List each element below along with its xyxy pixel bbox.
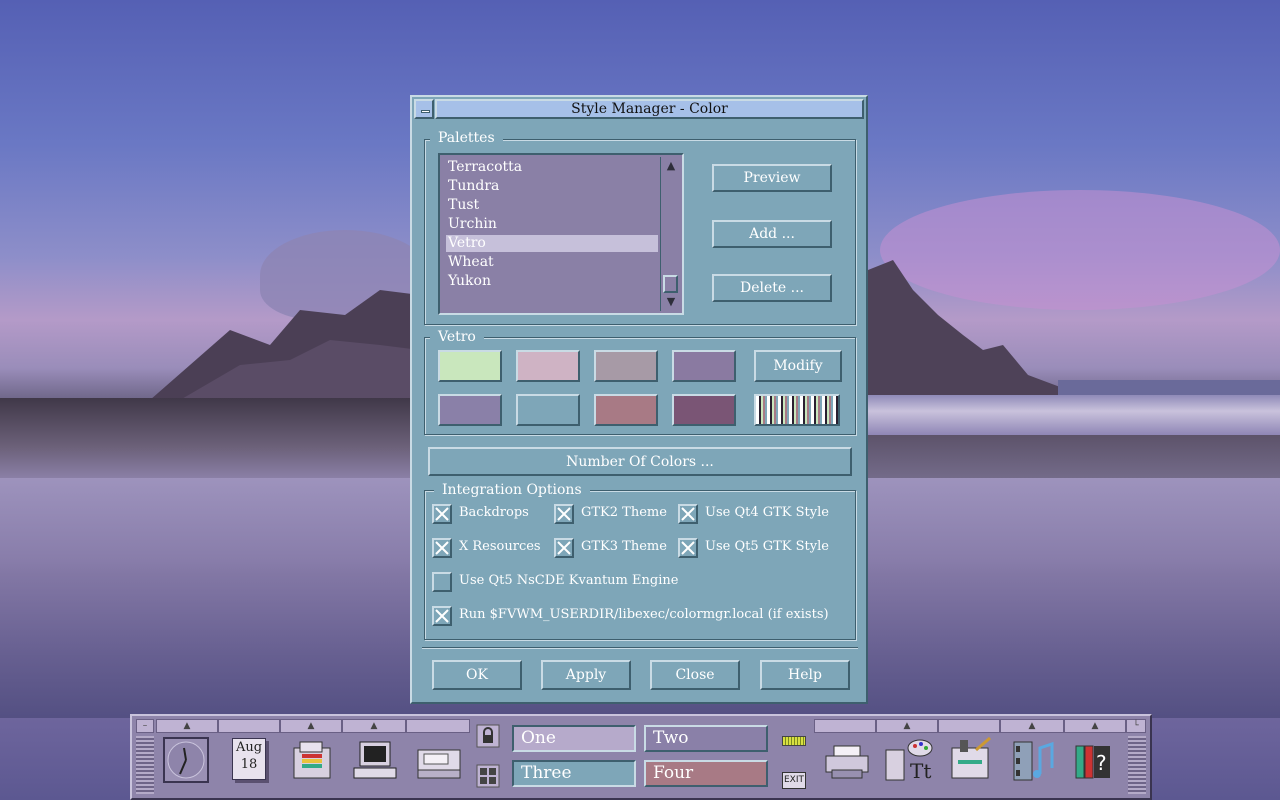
preview-button[interactable]: Preview [712, 164, 832, 192]
close-button[interactable]: Close [650, 660, 740, 690]
window-menu-button[interactable] [414, 99, 434, 119]
busy-light-icon [782, 736, 806, 746]
checkbox-label: X Resources [459, 539, 541, 554]
help-icon[interactable]: ? [1070, 734, 1120, 796]
color-swatch[interactable] [672, 350, 736, 382]
checkbox-label: Use Qt4 GTK Style [705, 505, 829, 520]
color-preview-strip [754, 394, 840, 426]
style-manager-icon[interactable]: Tt [880, 734, 936, 796]
title-bar[interactable]: Style Manager - Color [414, 99, 864, 119]
add-palette-button[interactable]: Add ... [712, 220, 832, 248]
mail-icon[interactable] [414, 734, 464, 796]
subpanel-tab[interactable] [218, 719, 280, 733]
checkbox-run-colormgr[interactable] [432, 606, 452, 626]
calendar-icon[interactable]: Aug 18 [230, 734, 270, 796]
checkbox-kvantum-engine[interactable] [432, 572, 452, 592]
subpanel-tab[interactable] [814, 719, 876, 733]
panel-minimize-tab[interactable]: └ [1126, 719, 1146, 733]
subpanel-arrow[interactable]: ▲ [1064, 719, 1126, 733]
color-swatch[interactable] [516, 350, 580, 382]
exit-label: EXIT [783, 775, 804, 785]
panel-menu-tab[interactable]: – [136, 719, 154, 733]
printer-icon[interactable] [822, 734, 872, 796]
checkbox-label: Backdrops [459, 505, 529, 520]
checkbox-label: GTK2 Theme [581, 505, 667, 520]
color-swatch[interactable] [438, 394, 502, 426]
calendar-month: Aug [235, 740, 263, 755]
checkbox-x-resources[interactable] [432, 538, 452, 558]
workspace-button-two[interactable]: Two [644, 725, 768, 752]
svg-text:?: ? [1096, 751, 1107, 775]
calendar-day: 18 [240, 757, 258, 772]
palette-list[interactable]: Terracotta Tundra Tust Urchin Vetro Whea… [438, 153, 684, 315]
subpanel-arrow[interactable]: ▲ [342, 719, 406, 733]
palette-list-scrollbar[interactable]: ▲ ▼ [660, 157, 680, 311]
color-swatch[interactable] [438, 350, 502, 382]
terminal-icon[interactable] [350, 734, 400, 796]
list-item[interactable]: Yukon [446, 273, 658, 290]
scroll-up-icon[interactable]: ▲ [664, 159, 678, 173]
workspace-button-three[interactable]: Three [512, 760, 636, 787]
apply-button[interactable]: Apply [541, 660, 631, 690]
help-button[interactable]: Help [760, 660, 850, 690]
sea [868, 395, 1280, 435]
panel-grip-left[interactable] [136, 736, 154, 794]
mountains-left [0, 290, 420, 410]
checkbox-qt4-gtk-style[interactable] [678, 504, 698, 524]
checkbox-label: Use Qt5 GTK Style [705, 539, 829, 554]
file-manager-icon[interactable] [288, 734, 334, 796]
list-item[interactable]: Tust [446, 197, 658, 214]
workspace-button-four[interactable]: Four [644, 760, 768, 787]
list-item-selected[interactable]: Vetro [446, 235, 658, 252]
integration-options-group-label: Integration Options [434, 482, 590, 498]
subpanel-tab[interactable] [938, 719, 1000, 733]
scroll-down-icon[interactable]: ▼ [664, 295, 678, 309]
mountains-right [868, 260, 1280, 395]
window-list-icon[interactable] [476, 764, 500, 790]
subpanel-tab[interactable] [406, 719, 470, 733]
delete-palette-button[interactable]: Delete ... [712, 274, 832, 302]
front-panel: – ▲ ▲ ▲ Aug 18 One Two Three Four EXIT ▲… [130, 714, 1152, 800]
lock-icon[interactable] [476, 724, 500, 750]
subpanel-arrow[interactable]: ▲ [280, 719, 342, 733]
checkbox-gtk2-theme[interactable] [554, 504, 574, 524]
checkbox-backdrops[interactable] [432, 504, 452, 524]
style-manager-window: Style Manager - Color Palettes Terracott… [410, 95, 868, 704]
workspace-button-one[interactable]: One [512, 725, 636, 752]
color-swatch[interactable] [516, 394, 580, 426]
color-scheme-group-label: Vetro [430, 329, 484, 345]
list-item[interactable]: Tundra [446, 178, 658, 195]
checkbox-label: Run $FVWM_USERDIR/libexec/colormgr.local… [459, 607, 829, 622]
window-menu-icon [421, 110, 430, 113]
checkbox-qt5-gtk-style[interactable] [678, 538, 698, 558]
subpanel-arrow[interactable]: ▲ [876, 719, 938, 733]
media-player-icon[interactable] [1008, 734, 1058, 796]
modify-button[interactable]: Modify [754, 350, 842, 382]
exit-icon[interactable]: EXIT [782, 772, 806, 789]
text-editor-icon[interactable] [946, 734, 996, 796]
subpanel-arrow[interactable]: ▲ [156, 719, 218, 733]
color-swatch[interactable] [594, 350, 658, 382]
color-swatch[interactable] [672, 394, 736, 426]
panel-grip-right[interactable] [1128, 736, 1146, 794]
beach-left [0, 398, 412, 478]
separator [422, 647, 858, 649]
calendar-face: Aug 18 [232, 738, 266, 780]
checkbox-gtk3-theme[interactable] [554, 538, 574, 558]
scroll-thumb[interactable] [663, 275, 678, 293]
ok-button[interactable]: OK [432, 660, 522, 690]
list-item[interactable]: Wheat [446, 254, 658, 271]
svg-text:Tt: Tt [910, 759, 931, 783]
window-title: Style Manager - Color [435, 99, 864, 119]
number-of-colors-button[interactable]: Number Of Colors ... [428, 447, 852, 476]
palettes-group-label: Palettes [430, 130, 503, 146]
list-item[interactable]: Terracotta [446, 159, 658, 176]
list-item[interactable]: Urchin [446, 216, 658, 233]
checkbox-label: GTK3 Theme [581, 539, 667, 554]
clock-icon[interactable] [162, 734, 210, 796]
checkbox-label: Use Qt5 NsCDE Kvantum Engine [459, 573, 679, 588]
color-swatch[interactable] [594, 394, 658, 426]
subpanel-arrow[interactable]: ▲ [1000, 719, 1064, 733]
